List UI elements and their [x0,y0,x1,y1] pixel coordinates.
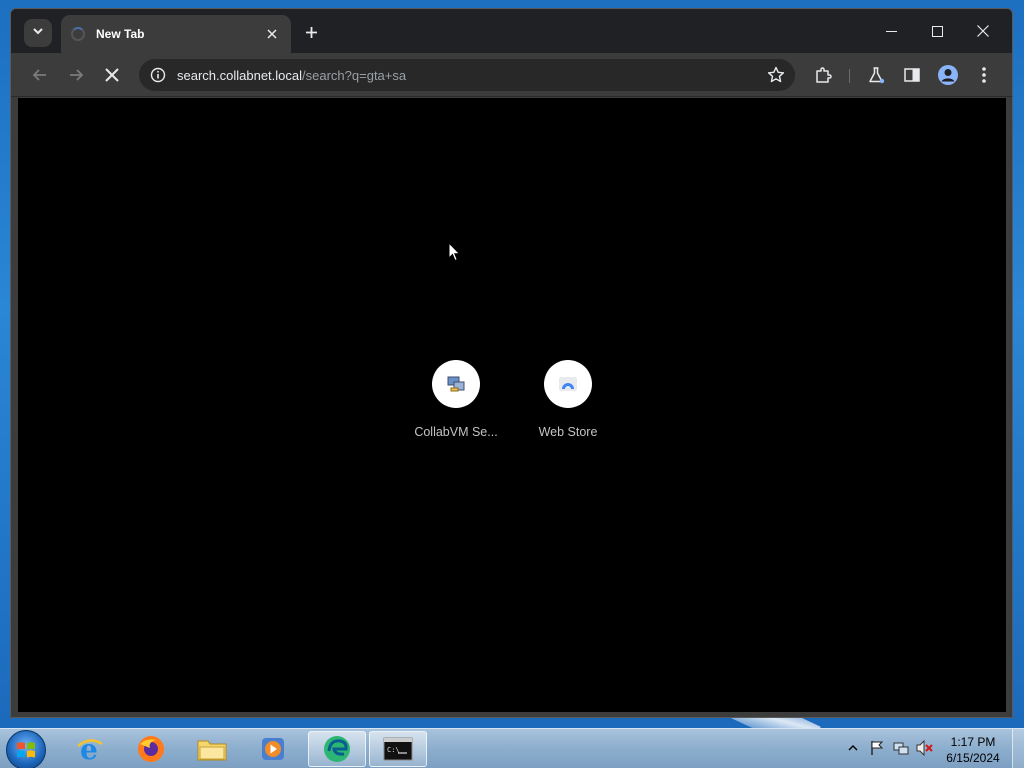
close-icon [977,25,989,37]
command-prompt-icon: C:\ [383,737,413,761]
side-panel-button[interactable] [899,62,925,88]
mouse-cursor-icon [448,242,461,262]
shortcut-label: CollabVM Se... [414,425,498,439]
profile-button[interactable] [935,62,961,88]
taskbar-internet-explorer[interactable]: e [61,731,119,767]
shortcut-icon-circle [432,360,480,408]
folder-icon [197,740,227,761]
start-button[interactable] [6,730,46,768]
taskbar-edge[interactable] [308,731,366,767]
url-path: /search?q=gta+sa [302,67,407,83]
tab-title: New Tab [96,27,145,41]
action-center-flag-icon[interactable] [868,739,886,757]
taskbar: e C:\ 1:17 PM 6/15/2024 [0,728,1024,768]
firefox-icon [138,736,164,762]
windows-logo-icon [17,742,35,758]
system-tray [844,739,934,757]
web-store-icon [559,377,577,391]
chevron-down-icon [32,24,44,42]
taskbar-file-explorer[interactable] [183,731,241,767]
stop-loading-button[interactable] [99,62,125,88]
svg-text:e: e [80,734,98,764]
kebab-menu-icon [982,67,986,83]
tab-search-button[interactable] [24,19,52,47]
back-arrow-icon [32,69,46,81]
internet-explorer-icon: e [77,734,103,764]
url-text[interactable]: search.collabnet.local/search?q=gta+sa [177,68,767,83]
taskbar-firefox[interactable] [122,731,180,767]
plus-icon [305,26,317,38]
maximize-button[interactable] [914,15,960,47]
computer-icon [447,376,465,392]
browser-window: New Tab search.collabnet.local/search?q=… [10,8,1013,718]
back-button[interactable] [27,62,53,88]
page-content: CollabVM Se... Web Store [18,98,1006,712]
tab-close-button[interactable] [263,25,281,43]
show-desktop-button[interactable] [1012,729,1024,768]
volume-muted-icon[interactable] [916,739,934,757]
close-window-button[interactable] [960,15,1006,47]
edge-icon [324,736,350,762]
network-icon[interactable] [892,739,910,757]
side-panel-icon [904,68,920,82]
shortcut-icon-circle [544,360,592,408]
shortcut-collabvm[interactable]: CollabVM Se... [400,360,512,439]
labs-button[interactable] [863,62,889,88]
bookmark-star-icon[interactable] [767,66,785,84]
tab-new-tab[interactable]: New Tab [61,15,291,53]
taskbar-media-player[interactable] [244,731,302,767]
puzzle-icon [816,67,832,83]
avatar-icon [938,65,958,85]
browser-toolbar: search.collabnet.local/search?q=gta+sa [11,53,1012,97]
loading-spinner-icon [71,27,85,41]
taskbar-command-prompt[interactable]: C:\ [369,731,427,767]
clock[interactable]: 1:17 PM 6/15/2024 [940,734,1006,766]
new-tab-button[interactable] [300,21,322,43]
media-player-icon [262,738,284,760]
maximize-icon [931,25,943,37]
forward-button[interactable] [63,62,89,88]
site-info-icon[interactable] [149,66,167,84]
address-bar[interactable]: search.collabnet.local/search?q=gta+sa [139,59,795,91]
menu-button[interactable] [971,62,997,88]
minimize-icon [885,30,897,32]
forward-arrow-icon [70,69,84,81]
title-bar: New Tab [11,9,1012,53]
shortcut-web-store[interactable]: Web Store [512,360,624,439]
clock-time: 1:17 PM [950,735,996,749]
close-icon [267,29,277,39]
clock-date: 6/15/2024 [946,751,1000,765]
minimize-button[interactable] [868,15,914,47]
shortcut-label: Web Store [538,425,598,439]
svg-text:C:\: C:\ [387,746,400,754]
extensions-button[interactable] [810,62,836,88]
stop-icon [105,68,119,82]
flask-icon [869,67,885,84]
toolbar-separator [849,69,850,83]
show-hidden-icons-chevron-icon[interactable] [844,739,862,757]
url-host: search.collabnet.local [177,67,303,83]
